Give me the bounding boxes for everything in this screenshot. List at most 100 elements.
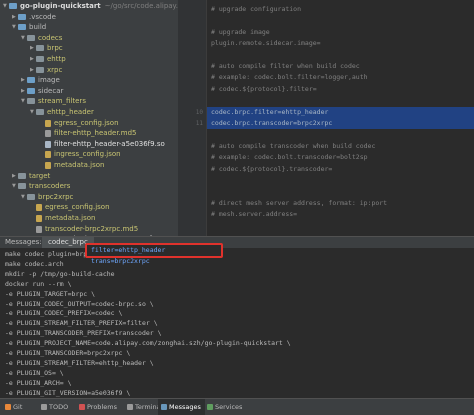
tree-item-label: codecs <box>38 33 63 42</box>
tree-item[interactable]: ▼ ehttp_header <box>0 107 94 118</box>
tree-item-label: stream_filters <box>38 97 86 106</box>
tree-item[interactable]: ▼ stream_filters <box>0 96 86 107</box>
tree-item[interactable]: ▼ codecs <box>0 33 62 44</box>
line-number: 10 <box>195 108 203 116</box>
line-number-gutter: 10 11 <box>178 0 207 236</box>
tree-item[interactable]: ▼ brpc2xrpc <box>0 192 73 203</box>
highlight-callout: filter=ehttp_header trans=brpc2xrpc <box>85 243 223 265</box>
tree-item[interactable]: ▶ image <box>0 75 60 86</box>
tool-label: Services <box>215 403 243 411</box>
tree-item-label: ehttp_header <box>47 108 94 116</box>
md5-file-icon <box>45 130 51 138</box>
tree-item[interactable]: metadata.json <box>0 213 95 224</box>
code-line[interactable]: # upgrade image <box>211 27 270 38</box>
tree-item[interactable]: filter-ehttp_header.md5 <box>0 128 137 139</box>
code-line[interactable]: # auto compile filter when build codec <box>211 61 360 72</box>
project-tree: ▼ go-plugin-quickstart ~/go/src/code.alipa… <box>0 0 178 236</box>
code-line[interactable]: # direct mesh server address, format: ip… <box>211 198 387 209</box>
folder-icon <box>36 109 44 115</box>
tree-item[interactable]: ▼ build <box>0 22 46 33</box>
tree-item-label: target <box>29 171 51 180</box>
services-icon <box>207 404 213 410</box>
code-line[interactable]: # upgrade configuration <box>211 4 301 15</box>
tree-item-label: ingress_config.json <box>54 150 121 159</box>
tool-window-bar: Git TODO Problems Terminal Messages Services <box>0 398 474 415</box>
tree-item[interactable]: transcoder-brpc2xrpc.md5 <box>0 224 138 235</box>
json-file-icon <box>36 215 42 222</box>
tool-git[interactable]: Git <box>2 399 26 415</box>
code-line[interactable]: # codec.${protocol}.transcoder= <box>211 164 332 175</box>
md5-file-icon <box>36 225 42 233</box>
tree-item[interactable]: ▶ xrpc <box>0 65 62 76</box>
terminal-icon <box>127 404 133 410</box>
problems-icon <box>79 404 85 410</box>
tool-services[interactable]: Services <box>204 399 246 415</box>
git-icon <box>5 404 11 410</box>
tree-item[interactable]: ▶ .vscode <box>0 12 56 23</box>
json-file-icon <box>36 204 42 212</box>
tree-item-label: go-plugin-quickstart <box>20 2 101 10</box>
folder-icon <box>27 34 35 41</box>
tree-item-label: egress_config.json <box>54 118 119 127</box>
code-line[interactable]: plugin.remote.sidecar.image= <box>211 38 321 49</box>
folder-icon <box>27 87 35 94</box>
code-line-selected[interactable]: codec.brpc.transcoder=brpc2xrpc <box>207 118 474 129</box>
tree-item-label: brpc2xrpc <box>38 192 74 201</box>
tool-label: Messages <box>169 403 201 411</box>
folder-icon <box>27 98 35 105</box>
tree-item[interactable]: egress_config.json <box>0 118 119 129</box>
messages-header: Messages: codec_brpc <box>0 236 474 248</box>
folder-icon <box>27 77 35 84</box>
folder-icon <box>18 24 26 31</box>
messages-icon <box>161 404 167 410</box>
tree-item-label: metadata.json <box>45 214 96 222</box>
code-line[interactable]: # mesh.server.address= <box>211 209 297 220</box>
tree-item-label: brpc <box>47 44 63 53</box>
tree-item[interactable]: metadata.json <box>0 160 104 171</box>
tree-item[interactable]: ▶ sidecar <box>0 86 63 97</box>
folder-icon <box>36 56 44 62</box>
tree-item-path: ~/go/src/code.alipay.com/ <box>104 2 178 10</box>
tree-item[interactable]: ▼ transcoders <box>0 181 70 192</box>
tree-item-label: image <box>38 76 60 85</box>
folder-icon <box>27 193 35 200</box>
code-line-selected[interactable]: codec.brpc.filter=ehttp_header <box>207 106 474 118</box>
tree-item[interactable]: egress_config.json <box>0 202 110 213</box>
messages-title: Messages: <box>5 238 42 246</box>
tree-item[interactable]: ▶ target <box>0 171 50 182</box>
line-number: 11 <box>195 120 203 127</box>
code-line[interactable]: # codec.${protocol}.filter= <box>211 84 317 95</box>
tree-item-label: ehttp <box>47 55 66 63</box>
tree-item[interactable]: filter-ehttp_header-a5e036f9.so <box>0 139 165 150</box>
messages-console[interactable]: make codec plugin=brpc make codec.arch mkd… <box>0 248 474 398</box>
tool-todo[interactable]: TODO <box>38 399 72 415</box>
so-file-icon <box>45 140 51 148</box>
code-line[interactable]: # example: codec.bolt.filter=logger,auth <box>211 72 368 83</box>
tree-item-label: filter-ehttp_header-a5e036f9.so <box>54 139 165 148</box>
console-line: -e PLUGIN_GIT_VERSION=a5e036f9 \ <box>5 388 131 397</box>
tool-label: Git <box>13 403 23 411</box>
tree-item-label: metadata.json <box>54 161 105 169</box>
tree-item-label: sidecar <box>38 86 64 95</box>
code-editor[interactable]: # upgrade configuration # upgrade image pl… <box>207 0 474 236</box>
folder-icon <box>36 66 44 73</box>
tree-item-label: filter-ehttp_header.md5 <box>54 129 137 138</box>
tree-item[interactable]: ▶ ehttp <box>0 54 66 65</box>
tree-item[interactable]: ▼ go-plugin-quickstart ~/go/src/code.alipa… <box>0 1 178 12</box>
folder-icon <box>9 3 17 9</box>
tool-messages[interactable]: Messages <box>158 399 205 415</box>
folder-icon <box>18 13 26 20</box>
json-file-icon <box>45 162 51 169</box>
code-line[interactable]: # auto compile transcoder when build cod… <box>211 141 375 152</box>
tree-item-label: xrpc <box>47 65 63 74</box>
tree-item[interactable]: ▶ brpc <box>0 43 63 54</box>
tree-item-label: transcoders <box>29 182 71 191</box>
tool-problems[interactable]: Problems <box>76 399 121 415</box>
json-file-icon <box>45 151 51 159</box>
tree-item-label: transcoder-brpc2xrpc.md5 <box>45 224 139 233</box>
tree-item[interactable]: ingress_config.json <box>0 149 121 160</box>
folder-icon <box>18 183 26 190</box>
code-line[interactable]: # example: codec.bolt.transcoder=bolt2sp <box>211 152 368 163</box>
folder-icon <box>36 45 44 52</box>
json-file-icon <box>45 119 51 127</box>
